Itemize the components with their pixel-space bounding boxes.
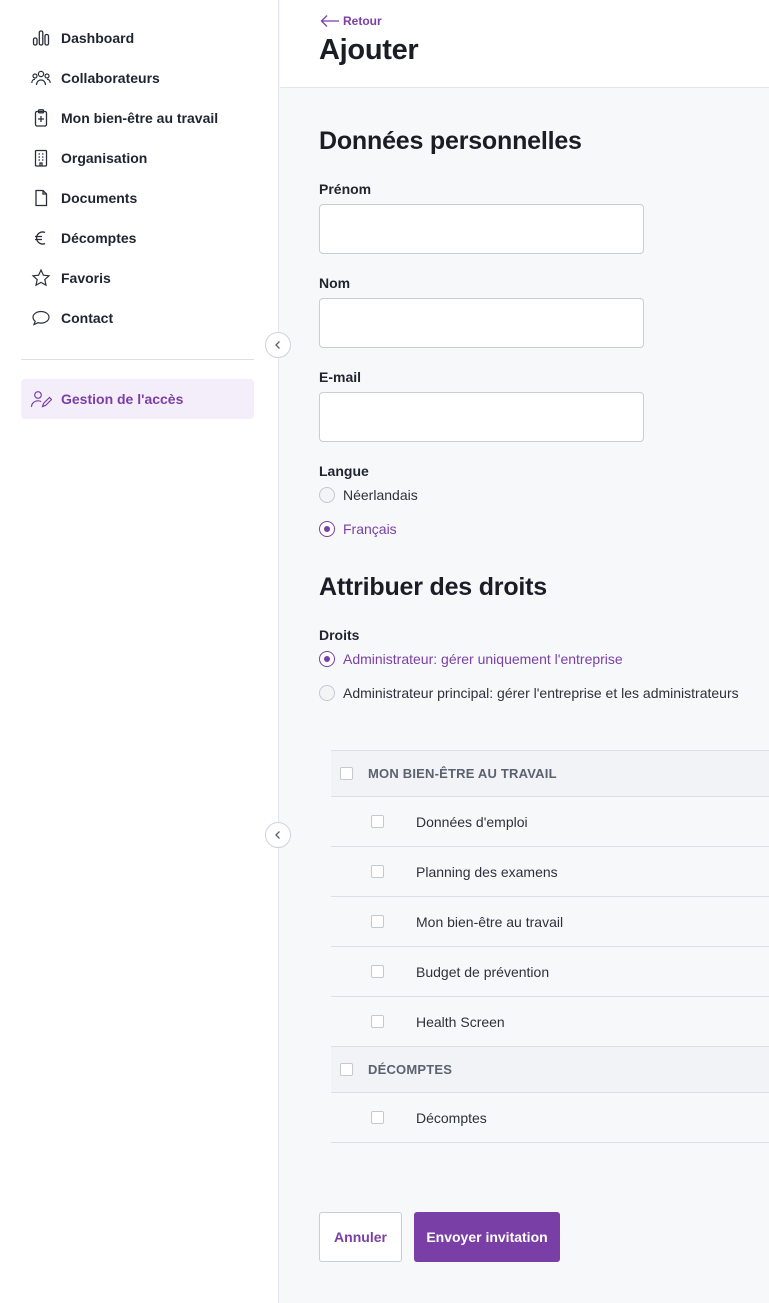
table-group-row[interactable]: DÉCOMPTES bbox=[331, 1047, 769, 1093]
back-link[interactable]: Retour bbox=[320, 14, 382, 28]
sidebar-item-collaborateurs[interactable]: Collaborateurs bbox=[0, 58, 278, 98]
rights-radio-admin-principal[interactable]: Administrateur principal: gérer l'entrep… bbox=[319, 685, 739, 701]
sidebar-item-organisation[interactable]: Organisation bbox=[0, 138, 278, 178]
sidebar-item-label: Collaborateurs bbox=[61, 70, 160, 86]
sidebar-item-gestion-acces[interactable]: Gestion de l'accès bbox=[21, 379, 254, 419]
sidebar-item-label: Favoris bbox=[61, 270, 111, 286]
main-content: Données personnelles Prénom Nom E-mail L… bbox=[280, 89, 769, 1303]
table-row[interactable]: Budget de prévention bbox=[331, 947, 769, 997]
rights-label: Droits bbox=[319, 627, 360, 643]
row-checkbox[interactable] bbox=[371, 965, 384, 978]
first-name-label: Prénom bbox=[319, 181, 372, 197]
group-checkbox[interactable] bbox=[340, 767, 353, 780]
radio-button[interactable] bbox=[319, 487, 335, 503]
row-checkbox[interactable] bbox=[371, 815, 384, 828]
sidebar-item-contact[interactable]: Contact bbox=[0, 298, 278, 338]
sidebar-nav: Dashboard Collaborateurs Mon bien-être a… bbox=[0, 0, 278, 338]
chat-bubble-icon bbox=[30, 307, 52, 329]
language-radio-francais[interactable]: Français bbox=[319, 521, 397, 537]
section-title-personal: Données personnelles bbox=[319, 127, 582, 155]
star-icon bbox=[30, 267, 52, 289]
cancel-button[interactable]: Annuler bbox=[319, 1212, 402, 1262]
row-checkbox[interactable] bbox=[371, 865, 384, 878]
arrow-left-icon bbox=[320, 15, 339, 27]
row-label: Données d'emploi bbox=[416, 813, 528, 830]
rights-radio-admin[interactable]: Administrateur: gérer uniquement l'entre… bbox=[319, 651, 623, 667]
radio-label: Administrateur principal: gérer l'entrep… bbox=[343, 685, 739, 701]
row-checkbox[interactable] bbox=[371, 915, 384, 928]
sidebar-divider bbox=[21, 359, 254, 360]
row-label: Planning des examens bbox=[416, 863, 558, 880]
language-label: Langue bbox=[319, 463, 369, 479]
radio-button[interactable] bbox=[319, 685, 335, 701]
rights-table: MON BIEN-ÊTRE AU TRAVAIL Données d'emplo… bbox=[331, 750, 769, 1143]
radio-button[interactable] bbox=[319, 651, 335, 667]
radio-label: Néerlandais bbox=[343, 487, 418, 503]
sidebar-item-label: Organisation bbox=[61, 150, 148, 166]
section-title-rights: Attribuer des droits bbox=[319, 573, 547, 601]
row-checkbox[interactable] bbox=[371, 1015, 384, 1028]
sidebar-item-documents[interactable]: Documents bbox=[0, 178, 278, 218]
document-icon bbox=[30, 187, 52, 209]
language-radio-neerlandais[interactable]: Néerlandais bbox=[319, 487, 418, 503]
table-row[interactable]: Données d'emploi bbox=[331, 797, 769, 847]
first-name-field[interactable] bbox=[319, 204, 644, 254]
users-icon bbox=[30, 67, 52, 89]
euro-icon bbox=[30, 227, 52, 249]
send-invitation-button[interactable]: Envoyer invitation bbox=[414, 1212, 560, 1262]
page-header: Retour Ajouter bbox=[280, 0, 769, 88]
row-checkbox[interactable] bbox=[371, 1111, 384, 1124]
group-label: DÉCOMPTES bbox=[368, 1062, 453, 1077]
user-edit-icon bbox=[30, 388, 52, 410]
radio-label: Administrateur: gérer uniquement l'entre… bbox=[343, 651, 623, 667]
table-row[interactable]: Planning des examens bbox=[331, 847, 769, 897]
sidebar: Dashboard Collaborateurs Mon bien-être a… bbox=[0, 0, 279, 1303]
sidebar-item-decomptes[interactable]: Décomptes bbox=[0, 218, 278, 258]
sidebar-item-label: Dashboard bbox=[61, 30, 135, 46]
group-label: MON BIEN-ÊTRE AU TRAVAIL bbox=[368, 766, 557, 781]
sidebar-item-label: Documents bbox=[61, 190, 138, 206]
sidebar-item-label: Décomptes bbox=[61, 230, 137, 246]
row-label: Décomptes bbox=[416, 1109, 487, 1126]
bar-chart-icon bbox=[30, 27, 52, 49]
sidebar-item-label: Mon bien-être au travail bbox=[61, 110, 219, 126]
radio-label: Français bbox=[343, 521, 397, 537]
sidebar-item-favoris[interactable]: Favoris bbox=[0, 258, 278, 298]
table-row[interactable]: Mon bien-être au travail bbox=[331, 897, 769, 947]
sidebar-item-label: Gestion de l'accès bbox=[61, 391, 184, 407]
row-label: Mon bien-être au travail bbox=[416, 913, 564, 930]
page-title: Ajouter bbox=[319, 34, 419, 66]
sidebar-item-dashboard[interactable]: Dashboard bbox=[0, 18, 278, 58]
table-row[interactable]: Health Screen bbox=[331, 997, 769, 1047]
medical-clipboard-icon bbox=[30, 107, 52, 129]
radio-button[interactable] bbox=[319, 521, 335, 537]
row-label: Health Screen bbox=[416, 1013, 505, 1030]
table-group-row[interactable]: MON BIEN-ÊTRE AU TRAVAIL bbox=[331, 751, 769, 797]
group-checkbox[interactable] bbox=[340, 1063, 353, 1076]
back-link-label: Retour bbox=[343, 14, 382, 28]
sidebar-item-label: Contact bbox=[61, 310, 114, 326]
email-field[interactable] bbox=[319, 392, 644, 442]
last-name-field[interactable] bbox=[319, 298, 644, 348]
sidebar-item-bien-etre[interactable]: Mon bien-être au travail bbox=[0, 98, 278, 138]
email-label: E-mail bbox=[319, 369, 362, 385]
row-label: Budget de prévention bbox=[416, 963, 550, 980]
building-icon bbox=[30, 147, 52, 169]
table-row[interactable]: Décomptes bbox=[331, 1093, 769, 1143]
last-name-label: Nom bbox=[319, 275, 351, 291]
